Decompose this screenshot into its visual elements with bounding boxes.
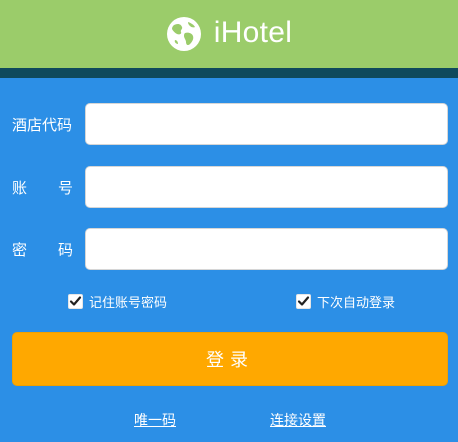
- account-label: 账 号: [12, 177, 85, 198]
- app-logo: iHotel: [166, 16, 293, 52]
- hotel-code-label: 酒店代码: [12, 114, 85, 135]
- hotel-code-label-text: 酒店代码: [12, 115, 73, 134]
- checkbox-checked-icon[interactable]: [296, 294, 311, 309]
- password-label-right: 码: [57, 240, 73, 259]
- password-input[interactable]: [85, 228, 448, 270]
- connection-settings-link[interactable]: 连接设置: [270, 410, 326, 430]
- unique-code-link[interactable]: 唯一码: [134, 410, 176, 430]
- auto-login-label: 下次自动登录: [317, 296, 396, 311]
- app-title: iHotel: [213, 16, 293, 49]
- remember-password-label: 记住账号密码: [89, 296, 168, 311]
- account-label-right: 号: [57, 178, 73, 197]
- checkbox-checked-icon[interactable]: [68, 294, 83, 309]
- login-options: 记住账号密码 下次自动登录: [0, 292, 458, 312]
- remember-password-checkbox[interactable]: 记住账号密码: [68, 292, 167, 311]
- login-button[interactable]: 登录: [12, 332, 448, 386]
- hotel-code-row: 酒店代码: [12, 103, 448, 145]
- password-label: 密 码: [12, 239, 85, 260]
- header-divider: [0, 68, 458, 78]
- globe-icon: [166, 17, 201, 51]
- hotel-code-input[interactable]: [85, 103, 448, 145]
- footer-links: 唯一码 连接设置: [0, 410, 458, 430]
- account-label-left: 账: [12, 178, 28, 197]
- auto-login-checkbox[interactable]: 下次自动登录: [296, 292, 395, 311]
- password-label-left: 密: [12, 240, 28, 259]
- app-header: iHotel: [0, 0, 458, 68]
- account-row: 账 号: [12, 166, 448, 208]
- account-input[interactable]: [85, 166, 448, 208]
- password-row: 密 码: [12, 228, 448, 270]
